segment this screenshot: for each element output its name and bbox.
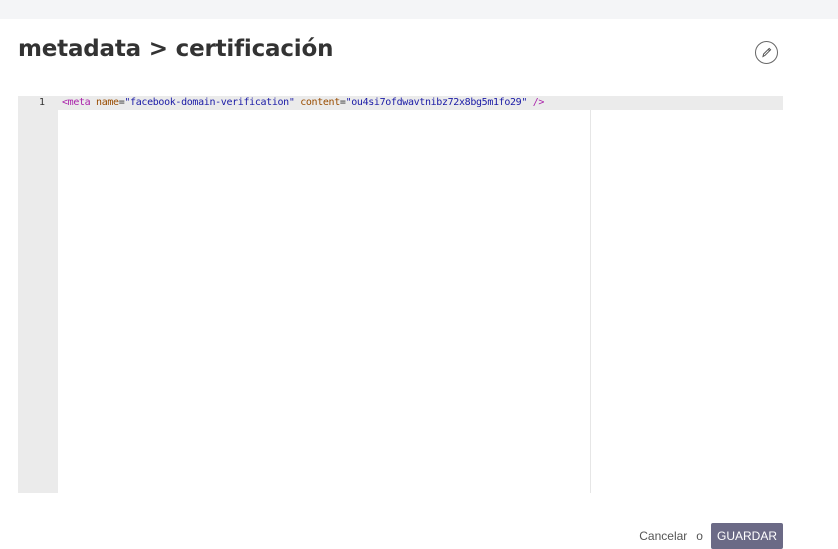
- page-title: metadata > certificación: [18, 36, 334, 62]
- form-actions: Cancelar o GUARDAR: [639, 523, 783, 549]
- or-separator: o: [696, 529, 703, 543]
- pencil-icon: [762, 47, 772, 58]
- code-attr-content: content: [300, 97, 340, 108]
- save-button[interactable]: GUARDAR: [710, 523, 783, 549]
- edit-button[interactable]: [755, 41, 778, 64]
- top-bar: [0, 0, 838, 19]
- code-tag-close: />: [532, 97, 545, 108]
- code-value-content: "ou4si7ofdwavtnibz72x8bg5m1fo29": [345, 97, 528, 108]
- print-margin: [590, 110, 591, 493]
- editor-gutter: 1: [18, 96, 58, 493]
- code-line[interactable]: <meta name="facebook-domain-verification…: [62, 96, 544, 110]
- cancel-link[interactable]: Cancelar: [639, 529, 687, 543]
- line-number: 1: [38, 97, 45, 108]
- code-attr-name: name: [96, 97, 119, 108]
- code-editor[interactable]: 1 <meta name="facebook-domain-verificati…: [18, 96, 783, 493]
- code-value-name: "facebook-domain-verification": [124, 97, 295, 108]
- code-tag-open: <meta: [62, 97, 91, 108]
